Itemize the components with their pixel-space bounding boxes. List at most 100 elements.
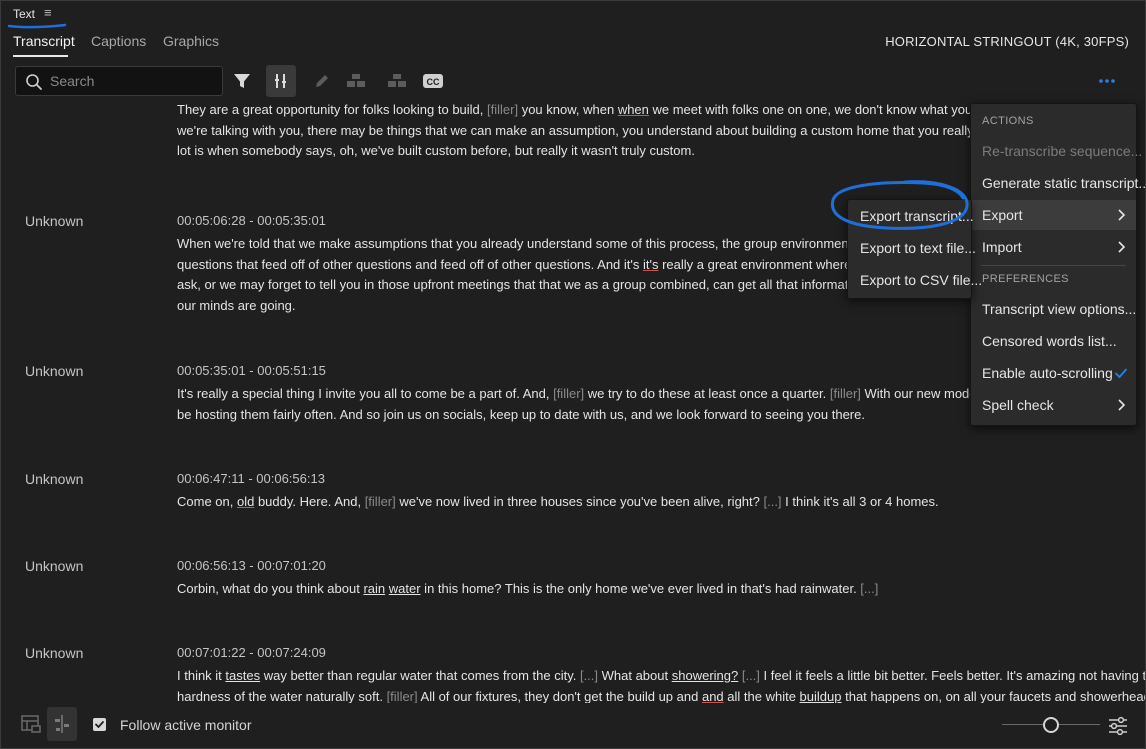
tab-graphics[interactable]: Graphics [163, 33, 219, 49]
toolbar: CC [1, 65, 1145, 97]
menu-item-generate-static[interactable]: Generate static transcript... [971, 168, 1145, 198]
search-icon [26, 74, 42, 90]
transcript-text[interactable]: you know, when [518, 102, 618, 117]
checkmark-icon [1115, 368, 1127, 379]
menu-item-label: Transcript view options... [982, 301, 1137, 317]
menu-item-export-text-file[interactable]: Export to text file... [848, 233, 976, 263]
split-segment-button[interactable] [382, 65, 412, 97]
transcript-text[interactable]: Corbin, what do you think about [177, 581, 363, 596]
underlined-word[interactable]: showering? [672, 668, 739, 683]
filler-token[interactable]: [...] [763, 494, 781, 509]
transcript-text[interactable]: lot is when somebody says, oh, we've bui… [177, 143, 695, 158]
menu-item-export[interactable]: Export [971, 200, 1136, 230]
align-button[interactable] [266, 65, 296, 97]
transcript-line[interactable]: I think it tastes way better than regula… [177, 666, 1145, 687]
transcript-line[interactable]: Corbin, what do you think about rain wat… [177, 579, 1122, 600]
transcript-text[interactable]: They are a great opportunity for folks l… [177, 102, 487, 117]
search-input[interactable] [50, 71, 215, 91]
panel-header: Text ≡ [1, 1, 1145, 29]
align-icon [275, 74, 286, 88]
underlined-word[interactable]: rain [363, 581, 385, 596]
segment-timecode: 00:06:47:11 - 00:06:56:13 [177, 471, 325, 486]
edit-button[interactable] [307, 65, 337, 97]
menu-item-import[interactable]: Import [971, 232, 1136, 262]
transcript-text[interactable]: we try to do these at least once a quart… [584, 386, 830, 401]
flagged-word[interactable]: old [237, 494, 254, 509]
panel-menu-icon[interactable]: ≡ [44, 5, 52, 20]
menu-item-label: Generate static transcript... [982, 175, 1146, 191]
transcript-text[interactable]: I think it's all 3 or 4 homes. [782, 494, 939, 509]
menu-divider [981, 265, 1126, 266]
transcript-text[interactable]: I feel it feels a little bit better. Fee… [760, 668, 1145, 683]
merge-segments-button[interactable] [341, 65, 371, 97]
sequence-name: HORIZONTAL STRINGOUT (4K, 30FPS) [885, 34, 1129, 49]
more-options-button[interactable] [1097, 71, 1117, 91]
menu-item-censored-words[interactable]: Censored words list... [971, 326, 1136, 356]
follow-monitor-label[interactable]: Follow active monitor [120, 717, 252, 733]
filler-token[interactable]: [filler] [365, 494, 396, 509]
menu-item-export-csv-file[interactable]: Export to CSV file... [848, 265, 982, 295]
zoom-slider-thumb[interactable] [1043, 717, 1059, 733]
filler-token[interactable]: [...] [580, 668, 598, 683]
captions-button[interactable]: CC [418, 65, 448, 97]
annotation-underline [7, 23, 67, 29]
search-box[interactable] [15, 66, 223, 96]
layout-button[interactable] [16, 707, 46, 741]
menu-section-preferences: PREFERENCES [982, 273, 1069, 285]
filler-token[interactable]: [filler] [553, 386, 584, 401]
captions-icon-label: CC [427, 77, 440, 87]
menu-item-view-options[interactable]: Transcript view options... [971, 294, 1136, 324]
transcript-text[interactable]: It's really a special thing I invite you… [177, 386, 553, 401]
transcript-text[interactable]: we're talking with you, there may be thi… [177, 123, 1005, 138]
underlined-word[interactable]: buildup [800, 689, 842, 704]
filler-token[interactable]: [filler] [830, 386, 861, 401]
transcript-text[interactable]: that happens on, on all your faucets and… [841, 689, 1145, 704]
follow-monitor-checkbox[interactable] [93, 718, 106, 731]
menu-item-retranscribe[interactable]: Re-transcribe sequence... [971, 136, 1142, 166]
transcript-text[interactable]: When we're told that we make assumptions… [177, 236, 881, 251]
menu-item-spell-check[interactable]: Spell check [971, 390, 1136, 420]
transcript-text[interactable]: What about [598, 668, 672, 683]
flagged-word[interactable]: and [702, 689, 724, 704]
transcript-text[interactable]: questions that feed off of other questio… [177, 257, 643, 272]
transcript-text[interactable]: I think it [177, 668, 225, 683]
transcript-line[interactable]: hardness of the water naturally soft. [f… [177, 687, 1145, 704]
settings-sliders-icon[interactable] [1107, 715, 1129, 737]
transcript-text[interactable]: our minds are going. [177, 298, 296, 313]
filler-token[interactable]: [filler] [387, 689, 418, 704]
underlined-word[interactable]: water [389, 581, 421, 596]
speaker-label[interactable]: Unknown [25, 471, 83, 487]
transcript-text[interactable]: be hosting them fairly often. And so joi… [177, 407, 865, 422]
filter-button[interactable] [227, 65, 257, 97]
transcript-text[interactable]: ask, or we may forget to tell you in tho… [177, 277, 883, 292]
captions-icon: CC [423, 74, 443, 88]
speaker-label[interactable]: Unknown [25, 558, 83, 574]
transcript-text[interactable]: all the white [724, 689, 800, 704]
transcript-line[interactable]: Come on, old buddy. Here. And, [filler] … [177, 492, 1122, 513]
filler-token[interactable]: [filler] [487, 102, 518, 117]
sync-button[interactable] [47, 707, 77, 741]
tab-captions[interactable]: Captions [91, 33, 146, 49]
flagged-word[interactable]: when [618, 102, 649, 117]
transcript-text[interactable]: way better than regular water that comes… [260, 668, 580, 683]
transcript-text[interactable]: Come on, [177, 494, 237, 509]
menu-item-label: Export [982, 207, 1023, 223]
tab-transcript[interactable]: Transcript [13, 33, 75, 49]
speaker-label[interactable]: Unknown [25, 213, 83, 229]
filler-token[interactable]: [...] [860, 581, 878, 596]
flagged-word[interactable]: it's [643, 257, 658, 272]
speaker-label[interactable]: Unknown [25, 363, 83, 379]
filler-token[interactable]: [...] [742, 668, 760, 683]
transcript-text[interactable]: in this home? This is the only home we'v… [421, 581, 861, 596]
menu-item-auto-scrolling[interactable]: Enable auto-scrolling [971, 358, 1136, 388]
underlined-word[interactable]: tastes [225, 668, 260, 683]
speaker-label[interactable]: Unknown [25, 645, 83, 661]
transcript-text[interactable]: we've now lived in three houses since yo… [396, 494, 764, 509]
transcript-text[interactable]: All of our fixtures, they don't get the … [418, 689, 702, 704]
transcript-text[interactable]: buddy. Here. And, [254, 494, 364, 509]
merge-segments-icon [347, 74, 365, 87]
tab-bar: Transcript Captions Graphics HORIZONTAL … [1, 31, 1145, 59]
transcript-text[interactable]: hardness of the water naturally soft. [177, 689, 387, 704]
transcript-text[interactable]: we meet with folks one on one, we don't … [649, 102, 998, 117]
menu-item-export-transcript[interactable]: Export transcript... [848, 201, 974, 231]
